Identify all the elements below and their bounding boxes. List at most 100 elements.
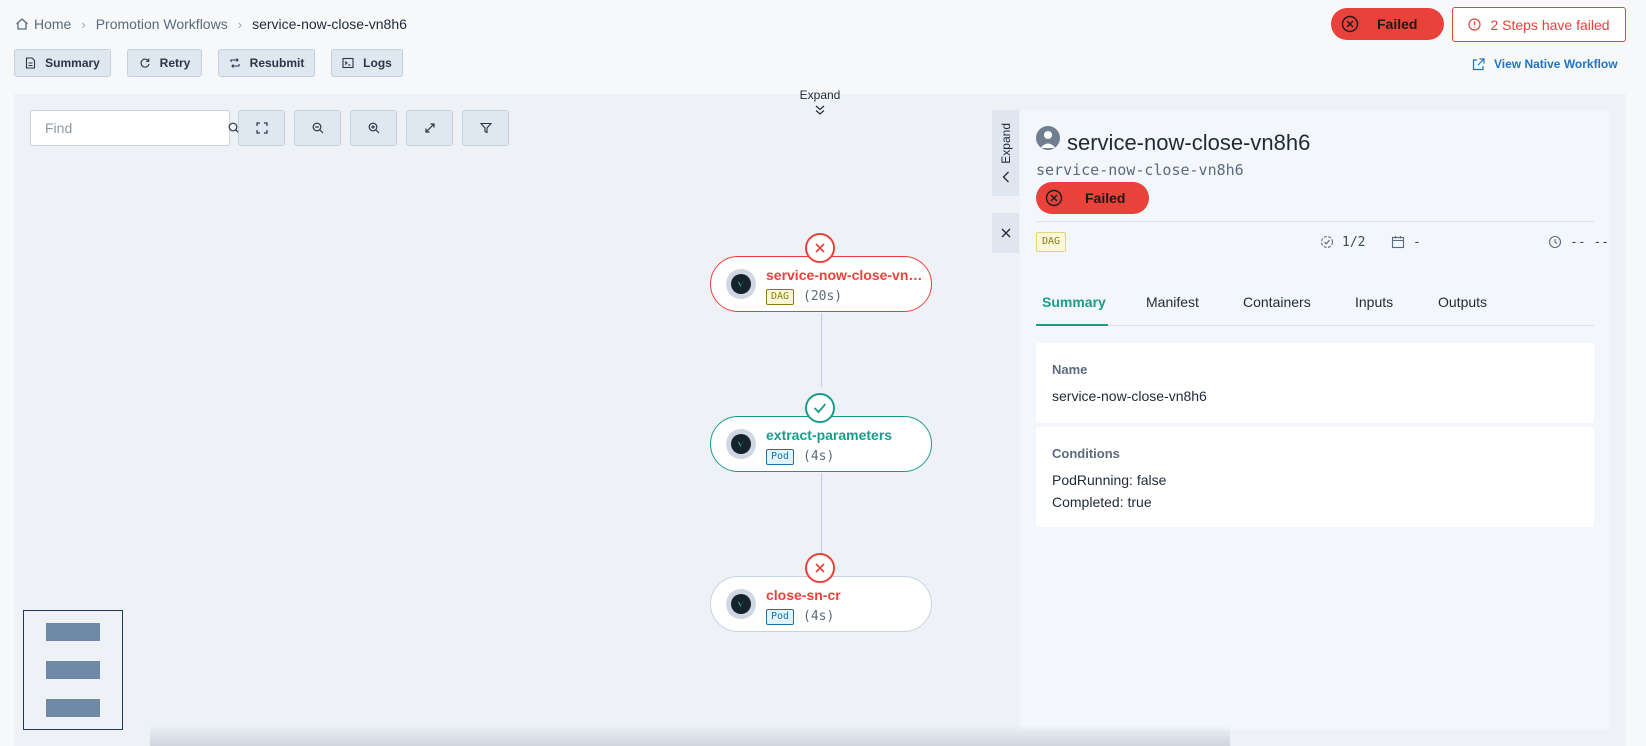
- node-duration: (4s): [803, 609, 835, 624]
- breadcrumb: Home › Promotion Workflows › service-now…: [15, 14, 407, 34]
- node-title: service-now-close-vn8...: [766, 267, 926, 283]
- graph-node[interactable]: close-sn-cr Pod (4s): [710, 576, 932, 632]
- graph-minimap[interactable]: [23, 610, 123, 730]
- node-title: close-sn-cr: [766, 587, 841, 603]
- workflow-status-label: Failed: [1377, 16, 1418, 32]
- panel-tabs: Summary Manifest Containers Inputs Outpu…: [1036, 290, 1594, 326]
- node-duration: (4s): [803, 449, 835, 464]
- breadcrumb-home-label: Home: [34, 16, 72, 32]
- node-title: extract-parameters: [766, 427, 893, 443]
- zoom-in-button[interactable]: [350, 110, 397, 146]
- retry-icon: [139, 57, 151, 69]
- zoom-in-icon: [368, 122, 380, 134]
- panel-divider: [1036, 221, 1594, 222]
- steps-failed-label: 2 Steps have failed: [1490, 16, 1610, 33]
- find-input[interactable]: [43, 119, 228, 137]
- node-type-badge: DAG: [766, 289, 795, 305]
- zoom-out-button[interactable]: [294, 110, 341, 146]
- close-icon: [1000, 227, 1012, 239]
- minimap-node: [46, 661, 100, 679]
- resubmit-icon: [229, 57, 241, 69]
- logs-button[interactable]: Logs: [331, 49, 403, 77]
- expand-canvas-toggle[interactable]: Expand: [795, 88, 845, 116]
- summary-button[interactable]: Summary: [14, 49, 111, 77]
- fit-screen-icon: [255, 122, 268, 134]
- x-circle-icon: [1341, 15, 1359, 33]
- resubmit-button-label: Resubmit: [249, 56, 305, 70]
- graph-node[interactable]: extract-parameters Pod (4s): [710, 416, 932, 472]
- view-native-workflow-link[interactable]: View Native Workflow: [1472, 54, 1618, 74]
- breadcrumb-current: service-now-close-vn8h6: [252, 16, 407, 32]
- condition-item: Completed: true: [1052, 494, 1152, 510]
- graph-edge: [821, 473, 822, 555]
- summary-button-label: Summary: [45, 56, 100, 70]
- node-type-badge: Pod: [766, 609, 795, 625]
- argo-icon: [726, 269, 756, 299]
- chevron-double-down-icon: [795, 104, 845, 116]
- name-label: Name: [1052, 362, 1088, 377]
- workflow-status-badge: Failed: [1331, 8, 1444, 40]
- duration-value: -- --: [1570, 234, 1610, 250]
- scroll-shadow: [150, 724, 1230, 746]
- progress-value: 1/2: [1342, 234, 1366, 250]
- node-succeeded-status: [805, 393, 835, 423]
- panel-status-badge: Failed: [1036, 182, 1149, 214]
- x-icon: [814, 242, 826, 254]
- expand-graph-button[interactable]: [406, 110, 453, 146]
- panel-type-badge: DAG: [1036, 232, 1067, 252]
- argo-icon: [726, 589, 756, 619]
- node-failed-status: [805, 553, 835, 583]
- name-value: service-now-close-vn8h6: [1052, 388, 1207, 404]
- terminal-icon: [342, 57, 354, 69]
- document-icon: [25, 57, 36, 69]
- conditions-card: Conditions PodRunning: false Completed: …: [1036, 427, 1594, 527]
- x-circle-icon: [1045, 189, 1063, 207]
- panel-title: service-now-close-vn8h6: [1067, 130, 1311, 155]
- zoom-out-icon: [312, 122, 324, 134]
- minimap-node: [46, 623, 100, 641]
- graph-node[interactable]: service-now-close-vn8... DAG (20s): [710, 256, 932, 312]
- tab-manifest[interactable]: Manifest: [1140, 290, 1205, 326]
- fit-screen-button[interactable]: [238, 110, 285, 146]
- node-duration: (20s): [803, 289, 843, 304]
- breadcrumb-promotion-workflows[interactable]: Promotion Workflows: [96, 16, 228, 32]
- panel-close-button[interactable]: [992, 213, 1019, 253]
- argo-icon: [726, 429, 756, 459]
- x-icon: [814, 562, 826, 574]
- retry-button[interactable]: Retry: [127, 49, 202, 77]
- condition-item: PodRunning: false: [1052, 472, 1167, 488]
- retry-button-label: Retry: [159, 56, 191, 70]
- chevron-left-icon: [1001, 171, 1011, 183]
- tab-outputs[interactable]: Outputs: [1432, 290, 1493, 326]
- node-failed-status: [805, 233, 835, 263]
- steps-failed-alert[interactable]: 2 Steps have failed: [1452, 7, 1626, 42]
- date-value: -: [1413, 234, 1421, 250]
- view-native-workflow-label: View Native Workflow: [1494, 57, 1618, 71]
- progress-meta: 1/2: [1320, 232, 1365, 252]
- check-icon: [813, 402, 827, 414]
- tab-inputs[interactable]: Inputs: [1349, 290, 1399, 326]
- node-type-badge: Pod: [766, 449, 795, 465]
- expand-arrows-icon: [424, 122, 436, 134]
- calendar-icon: [1391, 235, 1405, 249]
- expand-canvas-label: Expand: [799, 88, 841, 102]
- resubmit-button[interactable]: Resubmit: [218, 49, 315, 77]
- panel-expand-toggle[interactable]: Expand: [992, 110, 1019, 196]
- clock-icon: [1548, 235, 1562, 249]
- user-icon: [1036, 126, 1060, 150]
- graph-edge: [821, 313, 822, 387]
- breadcrumb-separator: ›: [237, 16, 243, 32]
- panel-expand-label: Expand: [998, 122, 1013, 164]
- name-card: Name service-now-close-vn8h6: [1036, 343, 1594, 423]
- filter-button[interactable]: [462, 110, 509, 146]
- tab-containers[interactable]: Containers: [1237, 290, 1317, 326]
- minimap-node: [46, 699, 100, 717]
- breadcrumb-home[interactable]: Home: [15, 16, 71, 32]
- panel-status-label: Failed: [1085, 190, 1126, 206]
- conditions-label: Conditions: [1052, 446, 1120, 461]
- duration-meta: -- --: [1548, 232, 1609, 252]
- tab-summary[interactable]: Summary: [1036, 290, 1108, 326]
- date-meta: -: [1391, 232, 1421, 252]
- find-field[interactable]: [30, 110, 240, 146]
- home-icon: [15, 17, 29, 31]
